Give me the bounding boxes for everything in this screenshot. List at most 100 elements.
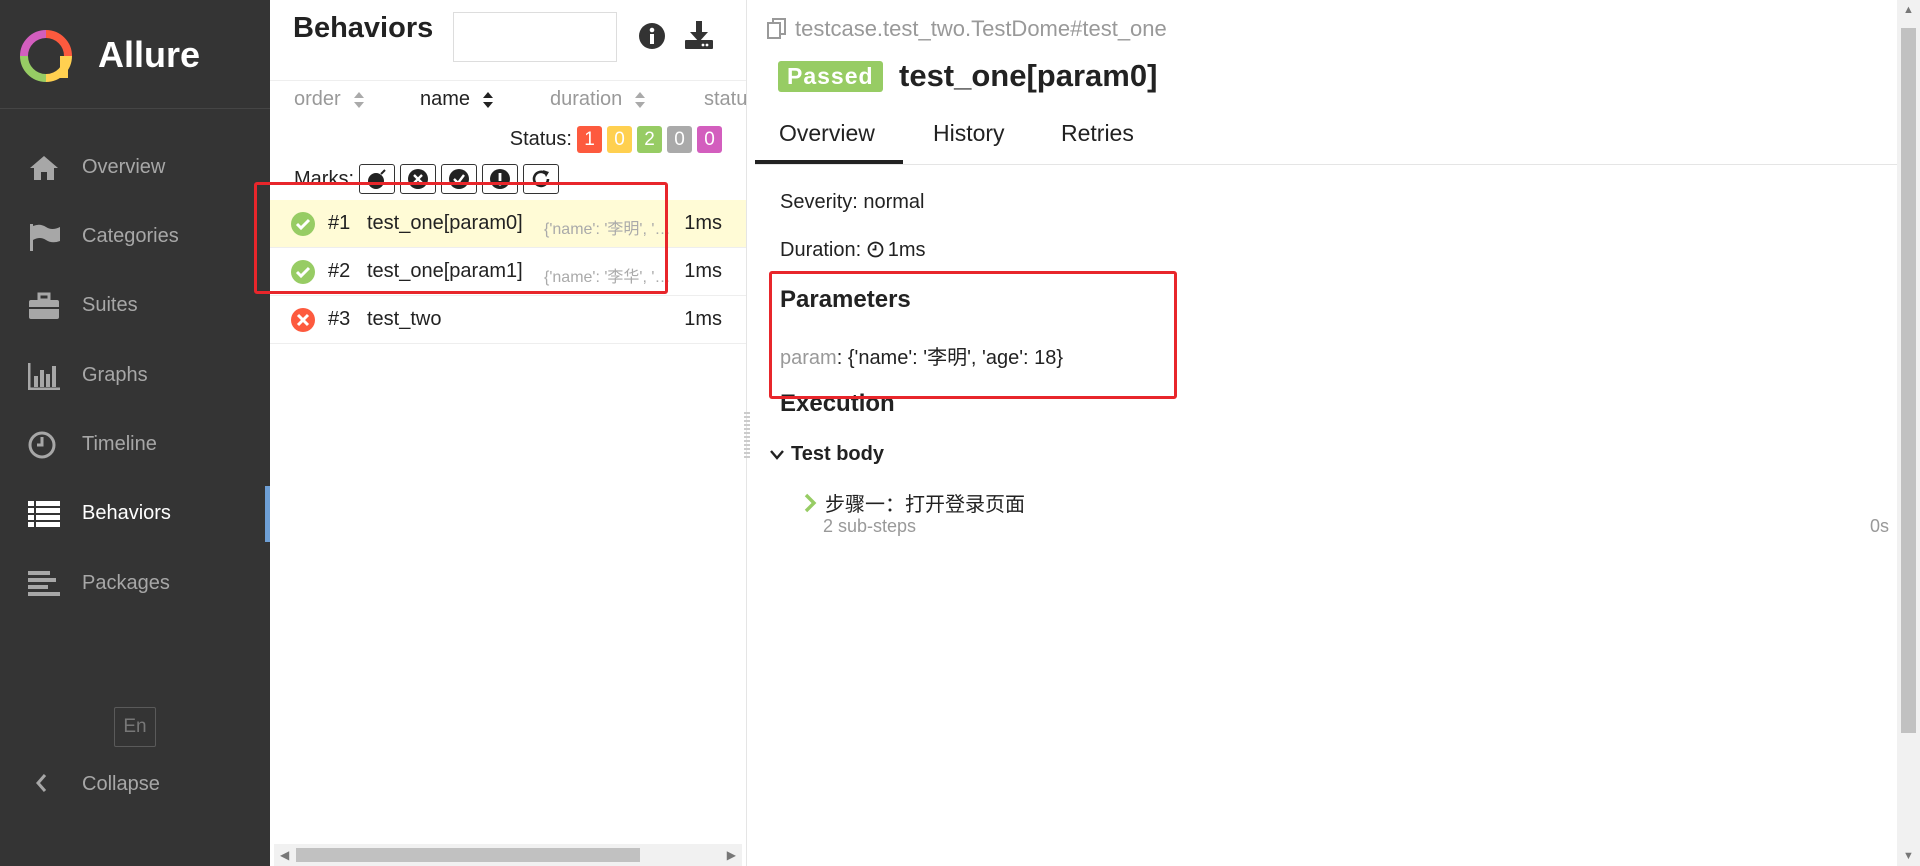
scroll-down-icon[interactable]: ▼ <box>1903 850 1914 862</box>
parameters-heading: Parameters <box>780 286 911 313</box>
sort-icon <box>353 91 364 108</box>
status-label: Status: <box>509 128 572 150</box>
collapse-button[interactable]: Collapse <box>0 764 270 804</box>
bomb-icon <box>368 169 386 189</box>
breadcrumb: testcase.test_two.TestDome#test_one <box>765 16 1167 42</box>
broken-count-badge[interactable]: 0 <box>607 126 632 153</box>
param-key: param <box>780 347 837 369</box>
scrollbar-thumb[interactable] <box>296 848 640 862</box>
row-params: {'name': '李华', 'age': 19} <box>544 269 674 286</box>
sort-duration[interactable]: duration <box>550 88 646 111</box>
download-icon[interactable] <box>684 20 714 50</box>
sort-bar: order name duration statu <box>270 80 747 117</box>
sort-icon <box>483 91 494 108</box>
scroll-left-icon[interactable]: ◀ <box>280 848 289 862</box>
nav-item-packages[interactable]: Packages <box>0 556 270 612</box>
failed-status-icon <box>291 308 315 332</box>
panel-title: Behaviors <box>293 12 434 44</box>
brand[interactable]: Allure <box>0 0 270 109</box>
tab-history[interactable]: History <box>933 120 1005 147</box>
nav-label: Suites <box>82 294 138 316</box>
sort-icon <box>635 91 646 108</box>
nav-item-overview[interactable]: Overview <box>0 140 270 196</box>
info-icon[interactable] <box>638 22 666 50</box>
row-params: {'name': '李明', 'age': 18} <box>544 221 674 238</box>
row-name: test_one[param1] <box>367 260 523 282</box>
chevron-left-icon <box>36 774 47 792</box>
marks-filter: Marks: <box>294 164 559 194</box>
parameter-row: param: {'name': '李明', 'age': 18} <box>780 341 1063 370</box>
allure-logo-icon <box>20 30 72 82</box>
test-body-toggle[interactable]: Test body <box>769 443 884 466</box>
sort-duration-label: duration <box>550 88 623 110</box>
duration-value: 1ms <box>887 239 926 261</box>
row-number: #1 <box>328 212 351 234</box>
home-icon <box>30 156 58 180</box>
skipped-count-badge[interactable]: 0 <box>667 126 692 153</box>
side-nav: Allure Overview Categories Suites Graphs… <box>0 0 270 866</box>
language-button[interactable]: En <box>114 707 156 747</box>
nav-item-timeline[interactable]: Timeline <box>0 417 270 473</box>
passed-status-icon <box>291 260 315 284</box>
pane-splitter[interactable] <box>744 412 750 458</box>
chevron-down-icon <box>770 449 784 460</box>
nav-label: Behaviors <box>82 502 171 524</box>
app-name: Allure <box>98 34 201 75</box>
list-icon <box>28 501 60 527</box>
tree-row[interactable]: #3 test_two 1ms <box>270 296 746 344</box>
unknown-count-badge[interactable]: 0 <box>697 126 722 153</box>
duration: Duration: 1ms <box>780 239 926 262</box>
mark-new-failed-button[interactable] <box>359 164 395 194</box>
nav-item-graphs[interactable]: Graphs <box>0 348 270 404</box>
tree-row[interactable]: #1 test_one[param0] {'name': '李明', 'age'… <box>270 200 746 248</box>
search-input[interactable] <box>453 12 617 62</box>
collapse-label: Collapse <box>82 773 160 795</box>
execution-heading: Execution <box>780 390 895 417</box>
behaviors-tree-panel: Behaviors order name duration statu Stat… <box>270 0 747 866</box>
nav-item-suites[interactable]: Suites <box>0 278 270 334</box>
nav-item-behaviors[interactable]: Behaviors <box>0 486 270 542</box>
scroll-right-icon[interactable]: ▶ <box>727 848 736 862</box>
detail-tabs: Overview History Retries <box>755 108 1897 165</box>
marks-label: Marks: <box>294 167 354 190</box>
param-value: : {'name': '李明', 'age': 18} <box>836 347 1064 369</box>
bar-chart-icon <box>28 363 60 390</box>
mark-flaky-button[interactable] <box>482 164 518 194</box>
vertical-scrollbar[interactable]: ▲ ▼ <box>1897 0 1920 866</box>
status-badge: Passed <box>778 61 883 92</box>
nav-label: Graphs <box>82 364 148 386</box>
test-title: test_one[param0] <box>899 58 1158 93</box>
mark-retries-button[interactable] <box>523 164 559 194</box>
nav-label: Overview <box>82 156 166 178</box>
test-body-label: Test body <box>791 443 884 465</box>
test-detail-panel: testcase.test_two.TestDome#test_one Pass… <box>755 0 1897 866</box>
briefcase-icon <box>29 292 59 319</box>
horizontal-scrollbar[interactable]: ◀ ▶ <box>274 844 742 866</box>
failed-count-badge[interactable]: 1 <box>577 126 602 153</box>
scrollbar-thumb[interactable] <box>1901 28 1916 733</box>
times-circle-icon <box>408 169 428 189</box>
row-duration: 1ms <box>684 308 722 330</box>
chevron-right-icon <box>804 493 817 512</box>
tab-overview[interactable]: Overview <box>779 120 875 147</box>
sort-order[interactable]: order <box>294 88 365 111</box>
copy-icon[interactable] <box>765 17 789 41</box>
mark-new-broken-button[interactable] <box>400 164 436 194</box>
sort-name[interactable]: name <box>420 88 494 111</box>
step-row[interactable]: 步骤一：打开登录页面 <box>803 488 1025 517</box>
nav-item-categories[interactable]: Categories <box>0 209 270 265</box>
sort-status[interactable]: statu <box>704 88 747 111</box>
tab-retries[interactable]: Retries <box>1061 120 1134 147</box>
row-duration: 1ms <box>684 260 722 282</box>
passed-count-badge[interactable]: 2 <box>637 126 662 153</box>
scroll-up-icon[interactable]: ▲ <box>1903 4 1914 16</box>
exclamation-circle-icon <box>490 169 510 189</box>
clock-icon <box>867 241 884 258</box>
tree-row[interactable]: #2 test_one[param1] {'name': '李华', 'age'… <box>270 248 746 296</box>
step-duration: 0s <box>1869 516 1889 536</box>
row-duration: 1ms <box>684 212 722 234</box>
severity: Severity: normal <box>780 191 925 213</box>
mark-new-passed-button[interactable] <box>441 164 477 194</box>
step-substeps: 2 sub-steps <box>823 516 917 536</box>
nav-label: Timeline <box>82 433 157 455</box>
